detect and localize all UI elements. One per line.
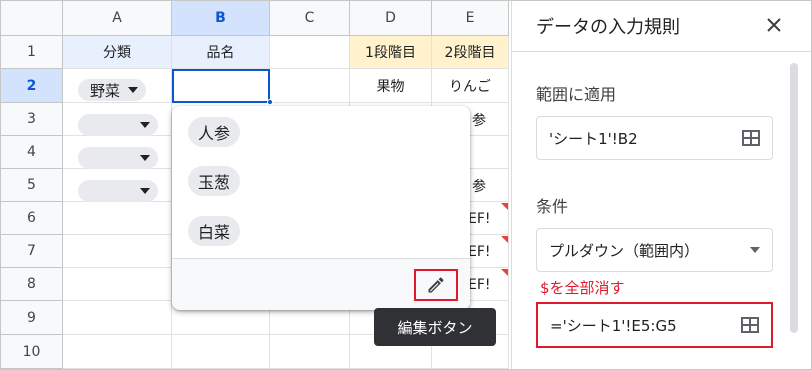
row-header-5[interactable]: 5 [1, 169, 63, 202]
fill-handle[interactable] [267, 99, 273, 105]
chevron-down-icon [750, 247, 760, 253]
row-header-4[interactable]: 4 [1, 136, 63, 169]
pencil-icon [428, 277, 444, 293]
col-header-d[interactable]: D [350, 1, 432, 36]
edit-button[interactable] [414, 269, 458, 301]
divider [512, 51, 811, 52]
error-flag-e8 [501, 269, 508, 276]
select-all-corner[interactable] [1, 1, 63, 36]
dropdown-arrow-icon [140, 188, 150, 194]
col-header-b[interactable]: B [172, 1, 270, 36]
row-header-6[interactable]: 6 [1, 202, 63, 235]
grid-cell[interactable] [270, 335, 350, 369]
grid-cell[interactable] [63, 268, 172, 301]
source-range-input[interactable]: ='シート1'!E5:G5 [536, 302, 773, 348]
clear-dollar-annotation: $を全部消す [540, 279, 625, 297]
range-label: 範囲に適用 [536, 85, 617, 104]
grid-cell[interactable] [63, 235, 172, 268]
condition-select[interactable]: プルダウン（範囲内） [536, 228, 773, 272]
row-header-3[interactable]: 3 [1, 103, 63, 136]
condition-value: プルダウン（範囲内） [549, 241, 700, 260]
grid-cell[interactable] [63, 335, 172, 369]
edit-button-tooltip: 編集ボタン [374, 308, 496, 346]
dropdown-popup: 人参 玉葱 白菜 [172, 106, 470, 310]
dropdown-arrow-icon [128, 87, 139, 93]
dropdown-arrow-icon [140, 122, 150, 128]
col-header-c[interactable]: C [270, 1, 350, 36]
panel-title: データの入力規則 [536, 17, 680, 38]
cell-a4-dropdown-chip[interactable] [78, 147, 158, 169]
row-header-9[interactable]: 9 [1, 301, 63, 335]
panel-scrollbar[interactable] [790, 63, 798, 333]
data-validation-panel: データの入力規則 範囲に適用 'シート1'!B2 条件 プルダウン（範囲内） $… [511, 1, 811, 369]
grid-select-icon[interactable] [742, 130, 760, 146]
source-value: ='シート1'!E5:G5 [550, 316, 677, 335]
cell-a1[interactable]: 分類 [63, 36, 172, 69]
divider [172, 258, 470, 259]
row-header-8[interactable]: 8 [1, 268, 63, 301]
grid-select-icon[interactable] [741, 317, 759, 333]
dropdown-option[interactable]: 白菜 [188, 216, 241, 246]
dropdown-arrow-icon [140, 155, 150, 161]
chip-value: 野菜 [90, 81, 121, 100]
condition-label: 条件 [536, 197, 569, 216]
cell-e2[interactable]: りんご [432, 69, 509, 103]
grid-cell[interactable] [270, 69, 350, 103]
cell-e1[interactable]: 2段階目 [432, 36, 509, 69]
cell-a2-dropdown-chip[interactable]: 野菜 [78, 79, 147, 101]
close-icon [767, 18, 781, 32]
grid-cell[interactable] [270, 36, 350, 69]
row-header-1[interactable]: 1 [1, 36, 63, 69]
grid-cell[interactable] [63, 301, 172, 335]
close-button[interactable] [762, 13, 786, 37]
error-flag-e6 [501, 203, 508, 210]
cell-a5-dropdown-chip[interactable] [78, 180, 158, 202]
col-header-e[interactable]: E [432, 1, 509, 36]
col-header-a[interactable]: A [63, 1, 172, 36]
dropdown-option[interactable]: 玉葱 [188, 166, 241, 196]
range-input[interactable]: 'シート1'!B2 [536, 116, 773, 160]
grid-cell[interactable] [63, 202, 172, 235]
cell-d2[interactable]: 果物 [350, 69, 432, 103]
row-header-10[interactable]: 10 [1, 335, 63, 369]
cell-a3-dropdown-chip[interactable] [78, 114, 158, 136]
grid-cell[interactable] [172, 335, 270, 369]
selected-cell-b2[interactable] [172, 69, 270, 103]
range-value: 'シート1'!B2 [549, 129, 638, 148]
error-flag-e7 [501, 236, 508, 243]
cell-b1[interactable]: 品名 [172, 36, 270, 69]
dropdown-option[interactable]: 人参 [188, 117, 241, 147]
row-header-7[interactable]: 7 [1, 235, 63, 268]
cell-d1[interactable]: 1段階目 [350, 36, 432, 69]
row-header-2[interactable]: 2 [1, 69, 63, 103]
